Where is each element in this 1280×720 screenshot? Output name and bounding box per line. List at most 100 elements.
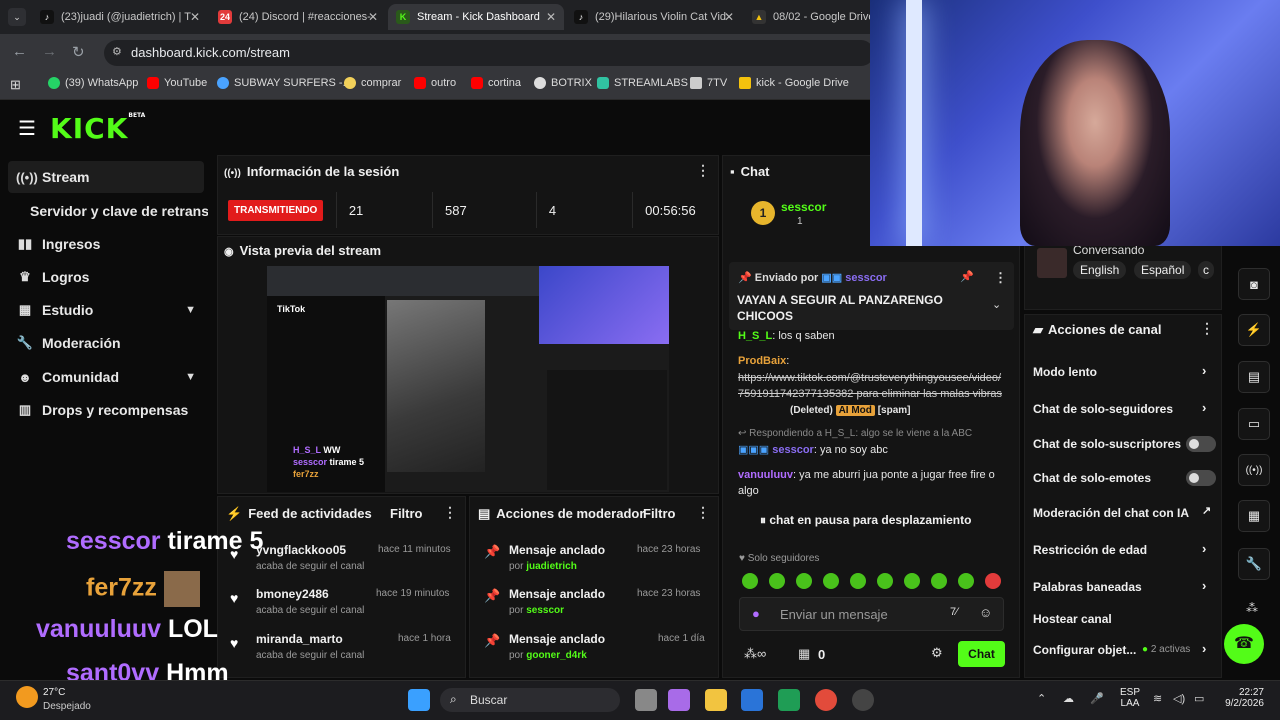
wrench-icon[interactable]: 🔧	[1238, 548, 1270, 580]
chat-settings-icon[interactable]: ⚙	[931, 645, 943, 661]
feed-user[interactable]: miranda_marto	[256, 632, 343, 646]
emote-icon[interactable]	[742, 573, 758, 589]
input-language[interactable]: ESP LAA	[1120, 687, 1140, 709]
notes-icon[interactable]: ▤	[1238, 361, 1270, 393]
kick-logo[interactable]: KICKBETA	[50, 112, 145, 145]
close-icon[interactable]: ✕	[724, 10, 734, 24]
chevron-right-icon[interactable]: ›	[1202, 363, 1206, 378]
stream-preview[interactable]: TikTok H_S_L WW sesscor tirame 5 fer7zz	[267, 266, 669, 492]
points-icon[interactable]: ⁂	[1246, 601, 1258, 615]
emote-icon[interactable]	[985, 573, 1001, 589]
sidebar-item-drops[interactable]: ▥ Drops y recompensas	[8, 394, 204, 426]
bookmark-7tv[interactable]: 7TV	[690, 77, 727, 89]
chat-user[interactable]: H_S_L	[738, 330, 772, 342]
weather-icon[interactable]	[16, 686, 38, 708]
configure-goals[interactable]: Configurar objet...	[1033, 643, 1136, 657]
tag-more[interactable]: c	[1198, 261, 1214, 279]
feed-user[interactable]: bmoney2486	[256, 587, 329, 601]
excel-icon[interactable]	[778, 689, 800, 711]
emote-icon[interactable]	[850, 573, 866, 589]
reload-icon[interactable]: ↻	[72, 43, 85, 61]
unpin-icon[interactable]: 📌	[960, 270, 974, 283]
tray-app-icon[interactable]: ☁	[1063, 692, 1074, 705]
sidebar-item-ingresos[interactable]: ▮▮ Ingresos	[8, 228, 204, 260]
host-channel[interactable]: Hostear canal	[1033, 612, 1112, 626]
bolt-icon[interactable]: ⚡	[1238, 314, 1270, 346]
external-link-icon[interactable]: ↗	[1202, 504, 1211, 517]
chat-send-button[interactable]: Chat	[958, 641, 1005, 667]
layout-icon[interactable]: ▦	[1238, 500, 1270, 532]
site-info-icon[interactable]: ⚙	[112, 45, 122, 58]
broadcast-icon[interactable]: ((•))	[1238, 454, 1270, 486]
close-icon[interactable]: ✕	[190, 10, 200, 24]
url-input[interactable]: ⚙ dashboard.kick.com/stream	[104, 40, 874, 66]
emote-icon[interactable]	[769, 573, 785, 589]
word-icon[interactable]	[741, 689, 763, 711]
emote-icon[interactable]	[931, 573, 947, 589]
sidebar-item-stream[interactable]: ((•)) Stream	[8, 161, 204, 193]
mod-filter-button[interactable]: Filtro	[643, 506, 676, 521]
sidebar-item-comunidad[interactable]: ☻ Comunidad ▼	[8, 361, 204, 393]
more-icon[interactable]: ⋮	[1200, 320, 1214, 337]
bookmark-drive[interactable]: kick - Google Drive	[739, 77, 849, 89]
browser-tab[interactable]: ♪ (23)juadi (@juadietrich) | T ✕	[32, 4, 208, 30]
mod-user[interactable]: gooner_d4rk	[526, 650, 587, 661]
age-restriction[interactable]: Restricción de edad	[1033, 543, 1147, 557]
windows-start-icon[interactable]	[408, 689, 430, 711]
chat-user[interactable]: ProdBaix	[738, 355, 786, 367]
7tv-icon[interactable]: 7⁄	[950, 606, 958, 618]
chat-user[interactable]: sesscor	[772, 444, 814, 456]
bookmark-subway[interactable]: SUBWAY SURFERS -...	[217, 77, 352, 89]
chevron-right-icon[interactable]: ›	[1202, 400, 1206, 415]
banned-words[interactable]: Palabras baneadas	[1033, 580, 1142, 594]
wifi-icon[interactable]: ≋	[1153, 692, 1162, 705]
clock[interactable]: 22:27 9/2/2026	[1222, 687, 1264, 709]
tray-chevron-icon[interactable]: ⌃	[1037, 692, 1046, 705]
menu-icon[interactable]: ☰	[18, 116, 36, 141]
emote-icon[interactable]	[904, 573, 920, 589]
bookmark-botrix[interactable]: BOTRIX	[534, 77, 592, 89]
bookmark-cortina[interactable]: cortina	[471, 77, 521, 89]
more-icon[interactable]: ⋮	[696, 162, 710, 179]
mic-icon[interactable]: ●	[752, 606, 760, 621]
more-icon[interactable]: ⋮	[994, 270, 1007, 286]
chrome-icon[interactable]	[815, 689, 837, 711]
store-icon[interactable]: ▦	[798, 646, 810, 662]
points-icon[interactable]: ⁂∞	[744, 646, 766, 662]
sidebar-item-logros[interactable]: ♛ Logros	[8, 261, 204, 293]
bookmark-whatsapp[interactable]: (39) WhatsApp	[48, 77, 138, 89]
top-gifter-name[interactable]: sesscor	[781, 200, 826, 214]
forward-icon[interactable]: →	[42, 43, 57, 60]
apps-icon[interactable]: ⊞	[10, 77, 21, 93]
emoji-icon[interactable]: ☺	[979, 605, 992, 620]
back-icon[interactable]: ←	[12, 43, 27, 60]
file-explorer-icon[interactable]	[705, 689, 727, 711]
mod-user[interactable]: juadietrich	[526, 561, 577, 572]
browser-tab[interactable]: ▲ 08/02 - Google Drive	[744, 4, 870, 30]
ai-moderation[interactable]: Moderación del chat con IA	[1033, 506, 1189, 520]
chevron-right-icon[interactable]: ›	[1202, 541, 1206, 556]
subscribers-only-toggle[interactable]	[1186, 436, 1216, 452]
sidebar-item-stream-key[interactable]: Servidor y clave de retransmisión	[8, 195, 208, 227]
feed-filter-button[interactable]: Filtro	[390, 506, 423, 521]
emote-icon[interactable]	[877, 573, 893, 589]
tab-search-button[interactable]: ⌄	[8, 8, 26, 26]
followers-only-mode[interactable]: Chat de solo-seguidores	[1033, 402, 1173, 416]
slow-mode[interactable]: Modo lento	[1033, 365, 1097, 379]
bookmark-streamlabs[interactable]: STREAMLABS	[597, 77, 688, 89]
browser-tab[interactable]: ♪ (29)Hilarious Violin Cat Vid ✕	[566, 4, 742, 30]
tag-espanol[interactable]: Español	[1134, 261, 1192, 279]
close-icon[interactable]: ✕	[546, 10, 556, 24]
feed-user[interactable]: yvngflackkoo05	[256, 543, 346, 557]
emotes-only-toggle[interactable]	[1186, 470, 1216, 486]
chat-bubble-icon[interactable]: ▭	[1238, 408, 1270, 440]
volume-icon[interactable]: ◁)	[1173, 692, 1185, 705]
bookmark-youtube[interactable]: YouTube	[147, 77, 207, 89]
subscribers-only-mode[interactable]: Chat de solo-suscriptores	[1033, 437, 1181, 451]
emote-icon[interactable]	[823, 573, 839, 589]
task-view-icon[interactable]	[635, 689, 657, 711]
chat-paused-banner[interactable]: ⏸ chat en pausa para desplazamiento	[760, 513, 971, 528]
emote-icon[interactable]	[796, 573, 812, 589]
chevron-down-icon[interactable]: ⌄	[992, 298, 1001, 311]
emotes-only-mode[interactable]: Chat de solo-emotes	[1033, 471, 1151, 485]
